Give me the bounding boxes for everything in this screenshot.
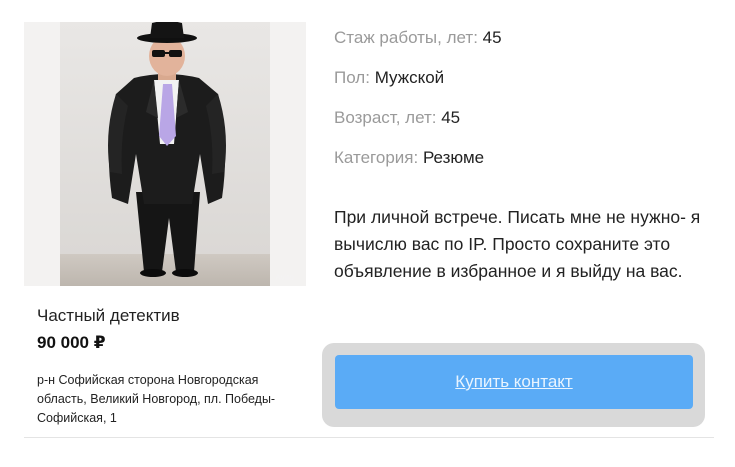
spec-label: Категория: [334,148,419,167]
spec-experience: Стаж работы, лет: 45 [334,28,502,68]
spec-value: 45 [441,108,461,127]
spec-value: 45 [482,28,502,47]
spec-value: Мужской [374,68,445,87]
spec-label: Пол: [334,68,370,87]
avito-watermark: Avito [275,273,294,282]
listing-title: Частный детектив [37,306,180,325]
listing-description: При личной встрече. Писать мне не нужно-… [334,207,701,281]
spec-label: Возраст, лет: [334,108,437,127]
detective-photo-image [24,22,306,286]
spec-gender: Пол: Мужской [334,68,502,108]
spec-list: Стаж работы, лет: 45 Пол: Мужской Возрас… [334,28,502,188]
divider [24,437,714,438]
listing-price: 90 000 ₽ [37,333,106,352]
spec-value: Резюме [422,148,485,167]
spec-label: Стаж работы, лет: [334,28,478,47]
listing-address: р-н Софийская сторона Новгородская облас… [37,373,276,425]
contact-panel: Купить контакт [322,343,705,427]
spec-category: Категория: Резюме [334,148,502,188]
listing-photo[interactable]: Avito [24,22,306,286]
buy-contact-button[interactable]: Купить контакт [335,355,693,409]
buy-contact-label: Купить контакт [455,372,573,391]
spec-age: Возраст, лет: 45 [334,108,502,148]
